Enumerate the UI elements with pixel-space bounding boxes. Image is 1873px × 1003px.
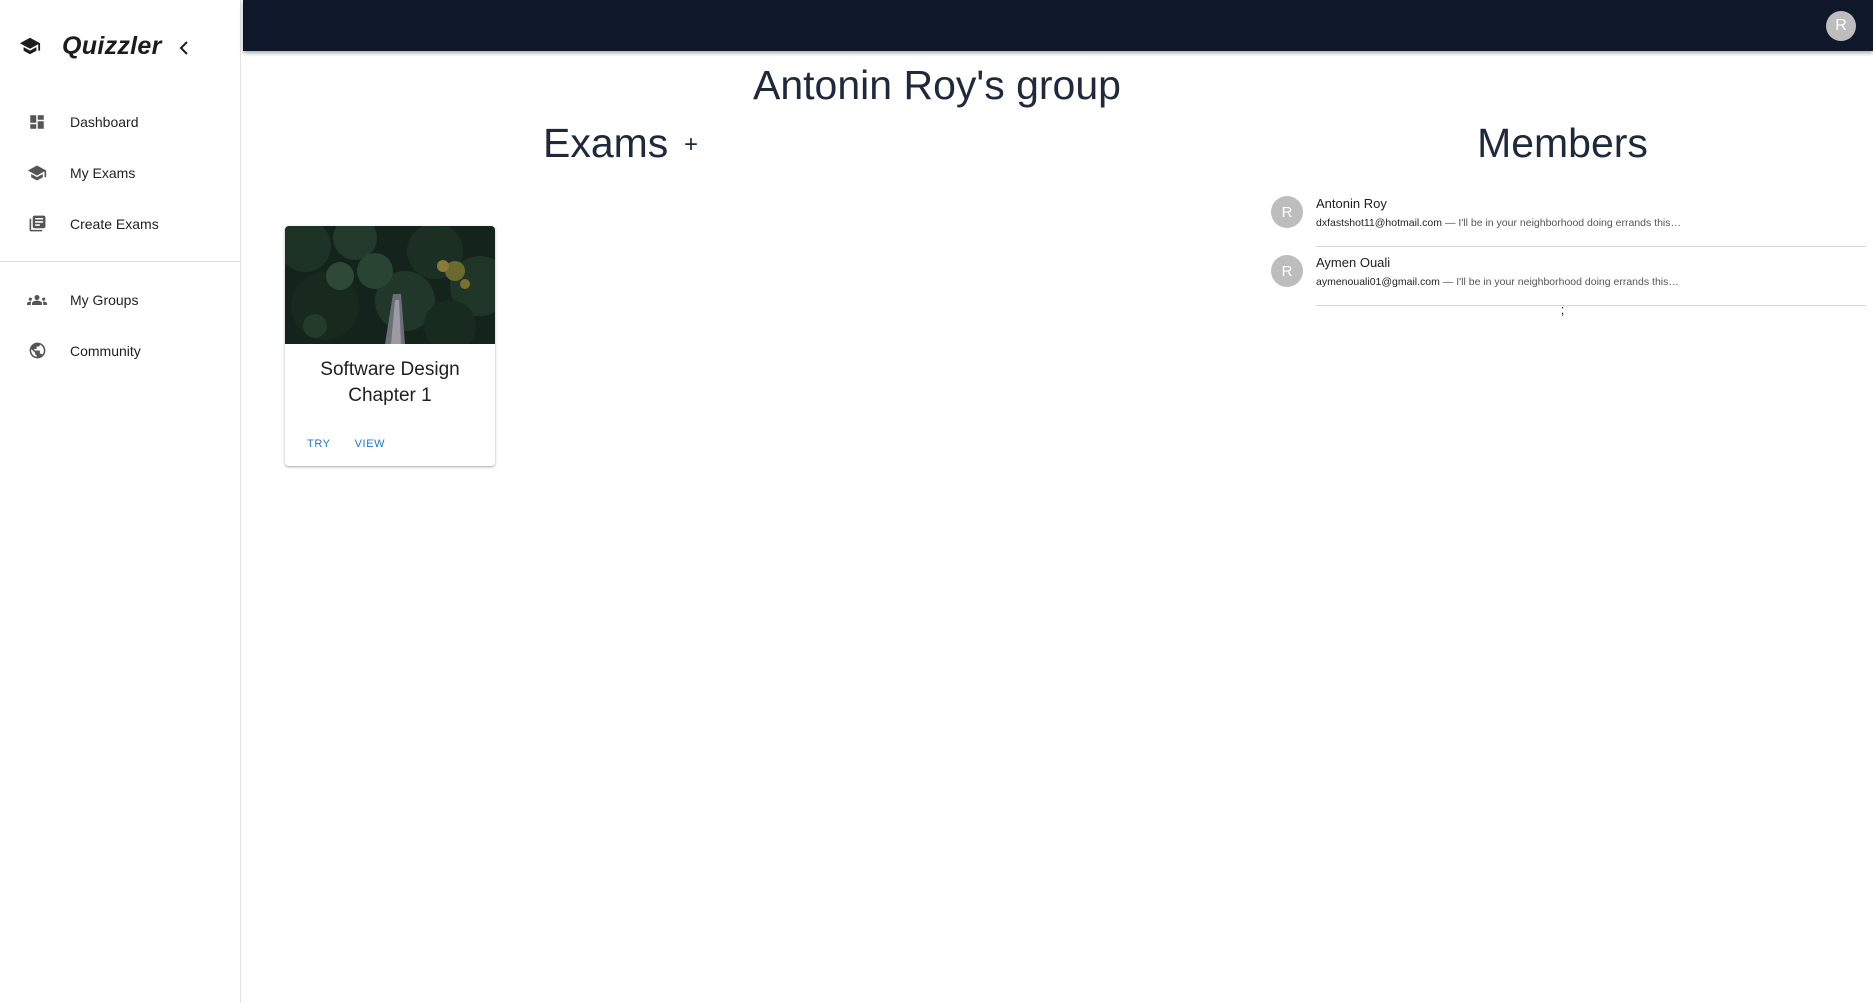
sidebar-item-my-exams[interactable]: My Exams — [0, 147, 240, 198]
dashboard-icon — [26, 111, 48, 133]
sidebar-item-create-exams[interactable]: Create Exams — [0, 198, 240, 249]
sidebar-nav: Dashboard My Exams Create Exams My Group… — [0, 96, 240, 376]
member-subtitle: dxfastshot11@hotmail.com — I'll be in yo… — [1316, 215, 1866, 231]
view-exam-button[interactable]: VIEW — [343, 434, 398, 454]
sidebar-item-label: Community — [70, 342, 141, 359]
sidebar: Quizzler Dashboard My Exams Create Exams — [0, 0, 241, 1003]
avatar: R — [1271, 255, 1303, 287]
sidebar-item-label: Create Exams — [70, 215, 159, 232]
library-books-icon — [26, 213, 48, 235]
graduation-cap-icon — [26, 162, 48, 184]
exam-thumbnail-image — [285, 226, 495, 344]
avatar: R — [1271, 196, 1303, 228]
sidebar-item-dashboard[interactable]: Dashboard — [0, 96, 240, 147]
members-list: R Antonin Roy dxfastshot11@hotmail.com —… — [1270, 188, 1866, 306]
member-text: Antonin Roy dxfastshot11@hotmail.com — I… — [1316, 195, 1866, 231]
chevron-left-icon — [179, 41, 188, 55]
member-text: Aymen Ouali aymenouali01@gmail.com — I'l… — [1316, 254, 1866, 290]
graduation-cap-icon — [16, 32, 44, 60]
sidebar-item-label: My Exams — [70, 164, 136, 181]
sidebar-item-label: My Groups — [70, 291, 139, 308]
try-exam-button[interactable]: TRY — [295, 434, 343, 454]
member-name: Antonin Roy — [1316, 196, 1387, 211]
members-heading: Members — [1477, 120, 1648, 166]
sidebar-item-community[interactable]: Community — [0, 325, 240, 376]
member-email: aymenouali01@gmail.com — [1316, 276, 1440, 288]
app-name: Quizzler — [62, 31, 162, 60]
groups-icon — [26, 289, 48, 311]
top-app-bar: R — [243, 0, 1873, 51]
member-preview: — I'll be in your neighborhood doing err… — [1439, 276, 1679, 288]
exam-title-line1: Software Design — [320, 359, 460, 380]
sidebar-item-label: Dashboard — [70, 113, 139, 130]
exam-title: Software Design Chapter 1 — [285, 344, 495, 409]
brand[interactable]: Quizzler — [16, 28, 162, 64]
list-item[interactable]: R Aymen Ouali aymenouali01@gmail.com — I… — [1270, 247, 1866, 306]
collapse-sidebar-button[interactable] — [172, 34, 196, 62]
member-subtitle: aymenouali01@gmail.com — I'll be in your… — [1316, 274, 1866, 290]
exam-card: Software Design Chapter 1 TRY VIEW — [285, 226, 495, 466]
add-exam-button[interactable]: + — [679, 133, 703, 157]
exam-actions: TRY VIEW — [295, 434, 397, 454]
member-email: dxfastshot11@hotmail.com — [1316, 217, 1443, 229]
globe-icon — [26, 340, 48, 362]
list-item[interactable]: R Antonin Roy dxfastshot11@hotmail.com —… — [1270, 188, 1866, 247]
sidebar-item-my-groups[interactable]: My Groups — [0, 274, 240, 325]
member-preview: — I'll be in your neighborhood doing err… — [1442, 217, 1682, 229]
member-name: Aymen Ouali — [1316, 255, 1391, 270]
exams-heading: Exams — [543, 120, 669, 166]
sidebar-divider — [0, 261, 240, 262]
user-avatar[interactable]: R — [1826, 11, 1856, 41]
members-footer-text: ; — [1560, 302, 1565, 317]
page-title: Antonin Roy's group — [753, 62, 1121, 108]
exam-title-line2: Chapter 1 — [348, 385, 432, 406]
